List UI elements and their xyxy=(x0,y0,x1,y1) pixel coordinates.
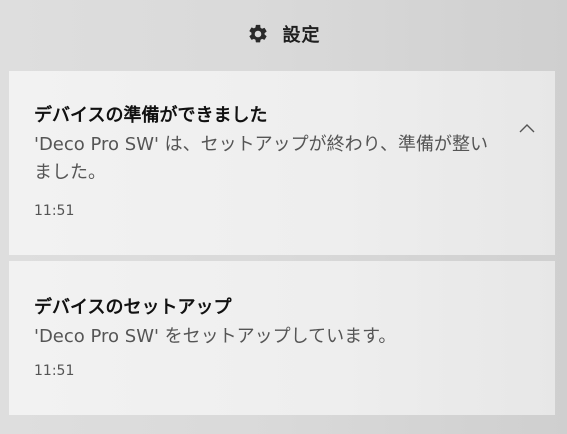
notification-body: 'Deco Pro SW' をセットアップしています。 xyxy=(34,326,397,347)
notification-title: デバイスの準備ができました xyxy=(34,105,268,126)
settings-title[interactable]: 設定 xyxy=(283,21,321,47)
action-center-header: 設定 xyxy=(0,0,567,72)
notification-card[interactable]: デバイスの準備ができました 'Deco Pro SW' は、セットアップが終わり… xyxy=(9,71,555,255)
notification-title: デバイスのセットアップ xyxy=(34,297,232,318)
notification-card[interactable]: デバイスのセットアップ 'Deco Pro SW' をセットアップしています。 … xyxy=(9,261,555,415)
settings-link[interactable]: 設定 xyxy=(247,21,321,47)
gear-icon xyxy=(248,24,267,43)
notification-time: 11:51 xyxy=(34,363,75,379)
notification-time: 11:51 xyxy=(34,203,75,219)
chevron-up-icon[interactable] xyxy=(519,123,535,133)
notification-body: 'Deco Pro SW' は、セットアップが終わり、準備が整いました。 xyxy=(34,134,488,183)
